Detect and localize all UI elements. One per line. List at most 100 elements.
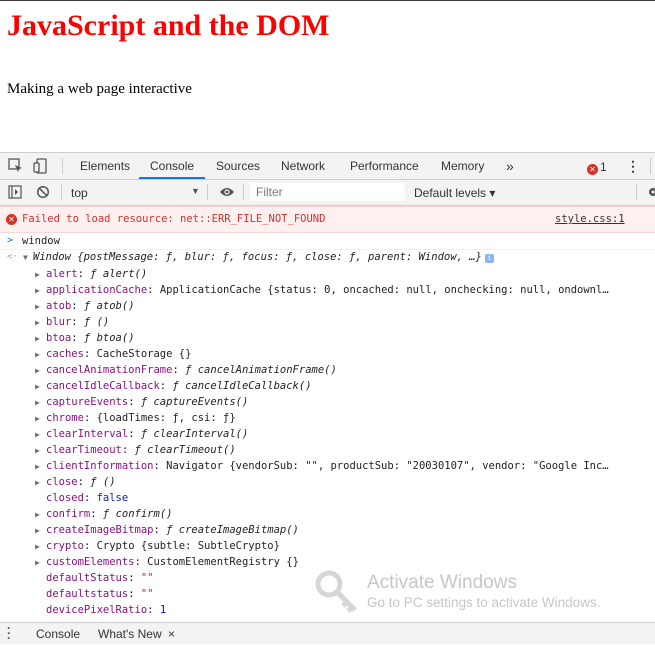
property-value: ""	[140, 588, 154, 600]
property-key: captureEvents	[46, 396, 129, 408]
property-key: alert	[46, 268, 78, 280]
tab-console[interactable]: Console	[139, 153, 206, 179]
expand-triangle-icon[interactable]: ▶	[35, 382, 40, 391]
property-row[interactable]: ▶ crypto: Crypto {subtle: SubtleCrypto}	[0, 539, 655, 555]
console-error-message: ✕ Failed to load resource: net::ERR_FILE…	[0, 206, 655, 233]
tab-elements[interactable]: Elements	[80, 153, 130, 179]
devtools-panel: Elements Console Sources Network Perform…	[0, 152, 655, 644]
expand-triangle-icon[interactable]: ▶	[35, 430, 40, 439]
error-text: Failed to load resource: net::ERR_FILE_N…	[22, 213, 326, 225]
property-key: createImageBitmap	[46, 524, 154, 536]
property-key: caches	[46, 348, 84, 360]
drawer-tab-whats-new[interactable]: What's New	[98, 627, 162, 641]
sidebar-toggle-icon[interactable]	[8, 185, 22, 199]
property-value: ƒ alert()	[90, 268, 148, 280]
more-tabs-button[interactable]: »	[506, 153, 514, 179]
property-row[interactable]: ▶ applicationCache: ApplicationCache {sta…	[0, 283, 655, 299]
console-result-window[interactable]: <· ▼ Window {postMessage: ƒ, blur: ƒ, fo…	[0, 250, 655, 266]
context-selector[interactable]: top	[71, 186, 88, 200]
expand-triangle-icon[interactable]: ▶	[35, 334, 40, 343]
expand-triangle-icon[interactable]: ▶	[35, 526, 40, 535]
property-value: ƒ confirm()	[102, 508, 173, 520]
property-row[interactable]: ▶ caches: CacheStorage {}	[0, 347, 655, 363]
drawer-menu-icon[interactable]: · · ·	[7, 622, 11, 644]
property-value: CustomElementRegistry {}	[147, 556, 299, 568]
page-heading: JavaScript and the DOM	[7, 9, 330, 42]
log-levels-dropdown[interactable]: Default levels ▾	[414, 186, 495, 200]
console-settings-icon[interactable]	[645, 186, 655, 198]
expand-triangle-icon[interactable]: ▶	[35, 542, 40, 551]
live-expression-eye-icon[interactable]	[219, 186, 235, 198]
property-key: clientInformation	[46, 460, 154, 472]
property-text: close: ƒ ()	[46, 476, 116, 488]
property-row[interactable]: ▶ clearInterval: ƒ clearInterval()	[0, 427, 655, 443]
toolbar-divider	[636, 184, 637, 200]
expanded-triangle-icon[interactable]: ▼	[23, 253, 28, 262]
tab-memory[interactable]: Memory	[441, 153, 484, 179]
property-row[interactable]: ▶ btoa: ƒ btoa()	[0, 331, 655, 347]
error-count-badge[interactable]: ✕ 1	[587, 160, 607, 175]
property-key: cancelAnimationFrame	[46, 364, 173, 376]
property-row[interactable]: ▶ clientInformation: Navigator {vendorSub…	[0, 459, 655, 475]
property-key: chrome	[46, 412, 84, 424]
property-text: createImageBitmap: ƒ createImageBitmap()	[46, 524, 299, 536]
property-row[interactable]: ▶ chrome: {loadTimes: ƒ, csi: ƒ}	[0, 411, 655, 427]
drawer-tab-console[interactable]: Console	[36, 627, 80, 641]
tab-sources[interactable]: Sources	[216, 153, 260, 179]
drawer-tab-close-icon[interactable]: ×	[168, 627, 175, 641]
property-row[interactable]: ▶ cancelIdleCallback: ƒ cancelIdleCallbac…	[0, 379, 655, 395]
property-key: crypto	[46, 540, 84, 552]
property-key: confirm	[46, 508, 91, 520]
expand-triangle-icon[interactable]: ▶	[35, 558, 40, 567]
expand-triangle-icon[interactable]: ▶	[35, 414, 40, 423]
expand-triangle-icon[interactable]: ▶	[35, 462, 40, 471]
expand-triangle-icon[interactable]: ▶	[35, 302, 40, 311]
clear-console-icon[interactable]	[36, 185, 50, 199]
error-count: 1	[600, 160, 607, 174]
context-dropdown-icon[interactable]: ▼	[191, 186, 200, 196]
property-key: close	[46, 476, 78, 488]
property-key: applicationCache	[46, 284, 148, 296]
property-value: ƒ cancelIdleCallback()	[172, 380, 312, 392]
info-icon[interactable]: i	[484, 254, 494, 263]
device-toolbar-icon[interactable]	[33, 158, 49, 174]
property-key: defaultStatus	[46, 572, 129, 584]
property-row[interactable]: ▶ createImageBitmap: ƒ createImageBitmap(…	[0, 523, 655, 539]
expand-triangle-icon[interactable]: ▶	[35, 318, 40, 327]
inspect-element-icon[interactable]	[8, 158, 24, 174]
tab-network[interactable]: Network	[281, 153, 325, 179]
expand-triangle-icon[interactable]: ▶	[35, 270, 40, 279]
expand-triangle-icon[interactable]: ▶	[35, 350, 40, 359]
property-key: btoa	[46, 332, 72, 344]
property-row[interactable]: ▶ atob: ƒ atob()	[0, 299, 655, 315]
property-text: btoa: ƒ btoa()	[46, 332, 135, 344]
activate-windows-watermark: Activate Windows Go to PC settings to ac…	[367, 572, 600, 612]
expand-triangle-icon[interactable]: ▶	[35, 446, 40, 455]
property-row[interactable]: ▶ close: ƒ ()	[0, 475, 655, 491]
property-value: 1	[159, 604, 167, 616]
property-key: cancelIdleCallback	[46, 380, 160, 392]
expand-triangle-icon[interactable]: ▶	[35, 286, 40, 295]
property-value: ""	[140, 572, 154, 584]
property-row[interactable]: ▶ blur: ƒ ()	[0, 315, 655, 331]
property-row[interactable]: ▶ cancelAnimationFrame: ƒ cancelAnimation…	[0, 363, 655, 379]
property-text: clearTimeout: ƒ clearTimeout()	[46, 444, 236, 456]
expand-triangle-icon[interactable]: ▶	[35, 510, 40, 519]
property-row[interactable]: ▶ clearTimeout: ƒ clearTimeout()	[0, 443, 655, 459]
expand-triangle-icon[interactable]: ▶	[35, 398, 40, 407]
property-row[interactable]: ▶ confirm: ƒ confirm()	[0, 507, 655, 523]
expand-triangle-icon[interactable]: ▶	[35, 366, 40, 375]
expand-triangle-icon[interactable]: ▶	[35, 478, 40, 487]
property-row[interactable]: ▶ captureEvents: ƒ captureEvents()	[0, 395, 655, 411]
console-filter-input[interactable]	[250, 183, 405, 201]
tab-performance[interactable]: Performance	[350, 153, 419, 179]
property-value: ƒ btoa()	[83, 332, 135, 344]
property-text: alert: ƒ alert()	[46, 268, 148, 280]
property-row[interactable]: ▶ alert: ƒ alert()	[0, 267, 655, 283]
customize-menu-icon[interactable]: ⋮	[626, 158, 640, 174]
key-icon	[315, 570, 357, 613]
error-source-link[interactable]: style.css:1	[555, 213, 625, 225]
property-value: Crypto {subtle: SubtleCrypto}	[96, 540, 280, 552]
output-return-icon: <·	[7, 252, 18, 262]
property-text: devicePixelRatio: 1	[46, 604, 167, 616]
